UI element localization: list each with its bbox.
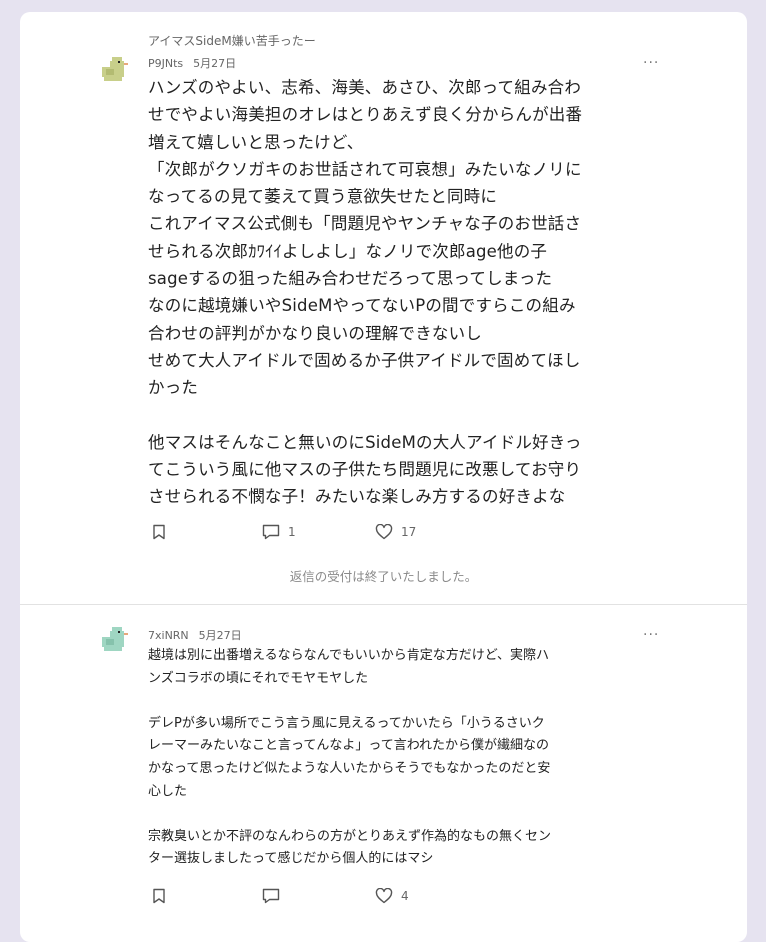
like-count: 17 — [401, 525, 417, 539]
bookmark-button[interactable] — [152, 888, 166, 904]
heart-icon — [375, 888, 393, 904]
comment-icon — [262, 524, 280, 540]
like-button[interactable]: 4 — [375, 888, 409, 904]
heart-icon — [375, 524, 393, 540]
bookmark-icon — [153, 524, 165, 540]
post-actions: 4 — [148, 888, 478, 908]
reply-button[interactable] — [262, 888, 288, 904]
post-body: ハンズのやよい、志希、海美、あさひ、次郎って組み合わ せでやよい海美担のオレはと… — [148, 78, 583, 507]
reply-count: 1 — [288, 525, 296, 539]
post-date: 5月27日 — [198, 629, 242, 642]
avatar[interactable] — [100, 53, 132, 85]
more-icon[interactable]: ··· — [643, 55, 659, 71]
bookmark-button[interactable] — [152, 524, 166, 540]
like-button[interactable]: 17 — [375, 524, 416, 540]
like-count: 4 — [401, 889, 409, 903]
post-actions: 1 17 — [148, 524, 478, 544]
username[interactable]: 7xiNRN — [148, 629, 189, 642]
post-meta: 7xiNRN 5月27日 — [148, 627, 242, 643]
post-date: 5月27日 — [193, 57, 237, 70]
more-icon[interactable]: ··· — [643, 627, 659, 643]
divider — [20, 604, 747, 605]
post-body: 越境は別に出番増えるならなんでもいいから肯定な方だけど、実際ハ ンズコラボの頃に… — [148, 648, 552, 867]
thread-card: アイマスSideM嫌い苦手ったー P9JNts 5月27日 ··· ハンズのやよい… — [20, 12, 747, 942]
bird-avatar-icon — [102, 57, 128, 81]
replies-closed-notice: 返信の受付は終了いたしました。 — [289, 569, 478, 584]
bookmark-icon — [153, 888, 165, 904]
topic-link[interactable]: アイマスSideM嫌い苦手ったー — [148, 32, 316, 49]
post-meta: P9JNts 5月27日 — [148, 55, 236, 71]
comment-icon — [262, 888, 280, 904]
avatar[interactable] — [100, 623, 132, 655]
username[interactable]: P9JNts — [148, 57, 183, 70]
bird-avatar-icon — [102, 627, 128, 651]
reply-button[interactable]: 1 — [262, 524, 296, 540]
